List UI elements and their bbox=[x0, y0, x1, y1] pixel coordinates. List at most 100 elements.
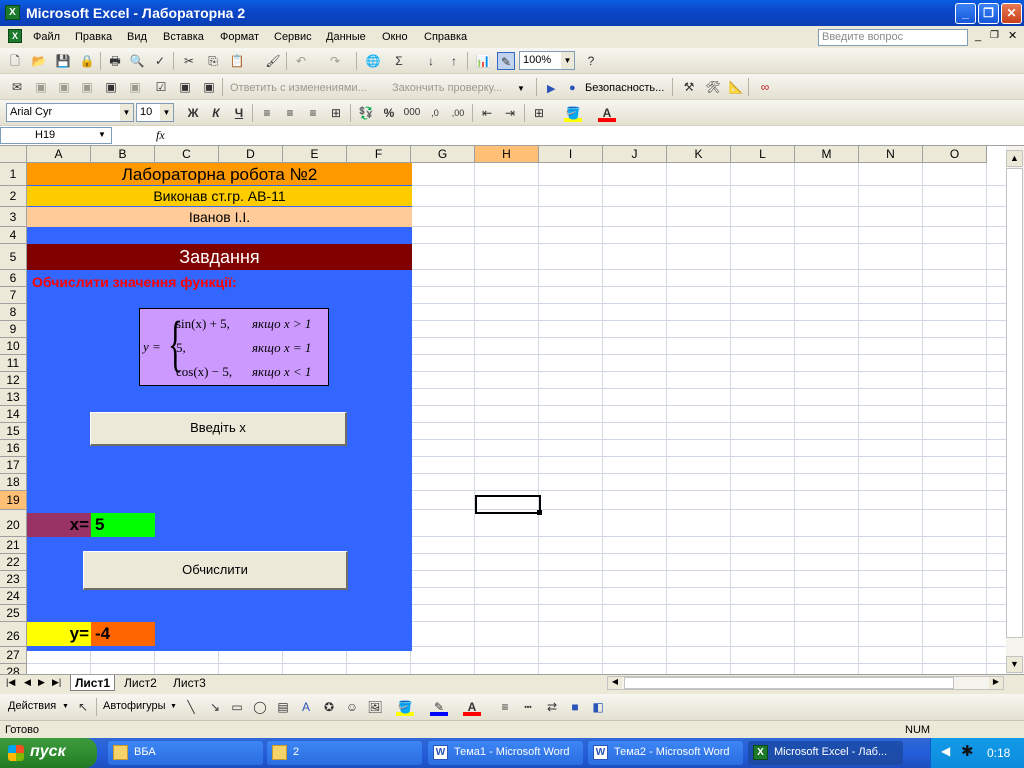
tab-sheet2[interactable]: Лист2 bbox=[120, 675, 161, 691]
task-folder-vba[interactable]: ВБА bbox=[108, 741, 263, 765]
column-header-n[interactable]: N bbox=[859, 146, 923, 163]
font-color-icon[interactable]: A bbox=[598, 104, 616, 122]
menu-window[interactable]: Окно bbox=[382, 31, 408, 43]
row-header-21[interactable]: 21 bbox=[0, 537, 27, 554]
column-header-l[interactable]: L bbox=[731, 146, 795, 163]
chevron-down-icon[interactable]: ▼ bbox=[98, 130, 106, 139]
menu-file[interactable]: Файл bbox=[33, 31, 60, 43]
review-icon[interactable]: ▣ bbox=[55, 78, 73, 96]
row-header-8[interactable]: 8 bbox=[0, 304, 27, 321]
row-header-25[interactable]: 25 bbox=[0, 605, 27, 622]
sort-ascending-icon[interactable]: ↓ bbox=[422, 52, 440, 70]
redo-icon[interactable]: ↷ bbox=[326, 52, 344, 70]
select-all-corner[interactable] bbox=[0, 146, 27, 163]
row-header-23[interactable]: 23 bbox=[0, 571, 27, 588]
row-header-4[interactable]: 4 bbox=[0, 227, 27, 244]
row-header-1[interactable]: 1 bbox=[0, 163, 27, 186]
help-icon[interactable]: ? bbox=[582, 52, 600, 70]
cut-icon[interactable]: ✂ bbox=[180, 52, 198, 70]
arrow-icon[interactable]: ↘ bbox=[206, 698, 224, 716]
hyperlink-icon[interactable]: 🌐 bbox=[364, 52, 382, 70]
review-icon[interactable]: ▣ bbox=[102, 78, 120, 96]
row-header-13[interactable]: 13 bbox=[0, 389, 27, 406]
drawing-icon[interactable]: ✎ bbox=[497, 52, 515, 70]
menu-tools[interactable]: Сервис bbox=[274, 31, 312, 43]
font-select[interactable]: Arial Cyr ▼ bbox=[6, 103, 134, 122]
row-header-28[interactable]: 28 bbox=[0, 664, 27, 674]
line-color-icon[interactable]: ✎ bbox=[430, 698, 448, 716]
new-icon[interactable]: 🗋 bbox=[6, 52, 24, 70]
row-header-14[interactable]: 14 bbox=[0, 406, 27, 423]
menu-help[interactable]: Справка bbox=[424, 31, 467, 43]
track-changes-icon[interactable]: ☑ bbox=[152, 78, 170, 96]
row-header-2[interactable]: 2 bbox=[0, 186, 27, 207]
font-size-select[interactable]: 10 ▼ bbox=[136, 103, 174, 122]
column-header-o[interactable]: O bbox=[923, 146, 987, 163]
task-excel[interactable]: X Microsoft Excel - Лаб... bbox=[748, 741, 903, 765]
permission-icon[interactable]: 🔒 bbox=[78, 52, 96, 70]
diagram-icon[interactable]: ✪ bbox=[320, 698, 338, 716]
column-header-a[interactable]: A bbox=[27, 146, 91, 163]
first-sheet-icon[interactable]: |◀ bbox=[6, 677, 15, 688]
tray-app-icon[interactable]: ✱ bbox=[961, 742, 974, 760]
menu-edit[interactable]: Правка bbox=[75, 31, 112, 43]
ask-question-input[interactable]: Введите вопрос bbox=[818, 29, 968, 46]
row-header-20[interactable]: 20 bbox=[0, 510, 27, 537]
document-icon[interactable]: X bbox=[8, 29, 22, 43]
textbox-icon[interactable]: ▤ bbox=[274, 698, 292, 716]
tools-icon[interactable]: 🛠 bbox=[704, 78, 722, 96]
column-header-d[interactable]: D bbox=[219, 146, 283, 163]
row-header-18[interactable]: 18 bbox=[0, 474, 27, 491]
select-objects-icon[interactable]: ↖ bbox=[74, 698, 92, 716]
horizontal-scrollbar[interactable]: ◀ ▶ bbox=[607, 676, 1004, 690]
column-header-b[interactable]: B bbox=[91, 146, 155, 163]
menu-view[interactable]: Вид bbox=[127, 31, 147, 43]
sort-descending-icon[interactable]: ↑ bbox=[445, 52, 463, 70]
column-header-g[interactable]: G bbox=[411, 146, 475, 163]
row-header-7[interactable]: 7 bbox=[0, 287, 27, 304]
next-sheet-icon[interactable]: ▶ bbox=[38, 677, 45, 688]
decrease-decimal-icon[interactable]: ,00 bbox=[449, 104, 467, 122]
scroll-right-icon[interactable]: ▶ bbox=[989, 677, 1003, 689]
options-icon[interactable]: ∞ bbox=[756, 78, 774, 96]
scroll-down-icon[interactable]: ▼ bbox=[1006, 656, 1023, 673]
compute-button[interactable]: Обчислити bbox=[83, 551, 348, 590]
doc-minimize-button[interactable]: _ bbox=[975, 30, 981, 42]
tray-arrow-icon[interactable]: ◀ bbox=[941, 744, 950, 758]
save-icon[interactable]: 💾 bbox=[54, 52, 72, 70]
paste-icon[interactable]: 📋 bbox=[228, 52, 246, 70]
font-color-icon[interactable]: A bbox=[463, 698, 481, 716]
borders-icon[interactable]: ⊞ bbox=[530, 104, 548, 122]
title-bar[interactable]: X Microsoft Excel - Лабораторна 2 _ ❐ ✕ bbox=[0, 0, 1024, 26]
bold-button[interactable]: Ж bbox=[184, 104, 202, 122]
clipart-icon[interactable]: ☺ bbox=[343, 698, 361, 716]
end-review[interactable]: Закончить проверку... bbox=[392, 82, 502, 94]
piecewise-formula[interactable]: y = { sin(x) + 5, якщо x > 1 5, якщо x =… bbox=[139, 308, 329, 386]
row-header-22[interactable]: 22 bbox=[0, 554, 27, 571]
rectangle-icon[interactable]: ▭ bbox=[228, 698, 246, 716]
review-icon[interactable]: ▣ bbox=[32, 78, 50, 96]
fill-color-icon[interactable]: 🪣 bbox=[564, 104, 582, 122]
row-header-3[interactable]: 3 bbox=[0, 207, 27, 227]
undo-icon[interactable]: ↶ bbox=[292, 52, 310, 70]
column-header-m[interactable]: M bbox=[795, 146, 859, 163]
copy-icon[interactable]: ⎘ bbox=[204, 52, 222, 70]
design-mode-icon[interactable]: 📐 bbox=[727, 78, 745, 96]
task-folder-2[interactable]: 2 bbox=[267, 741, 422, 765]
increase-decimal-icon[interactable]: ,0 bbox=[426, 104, 444, 122]
minimize-button[interactable]: _ bbox=[955, 3, 976, 24]
prev-sheet-icon[interactable]: ◀ bbox=[24, 677, 31, 688]
autoshapes-menu[interactable]: Автофигуры bbox=[103, 700, 166, 712]
row-header-27[interactable]: 27 bbox=[0, 647, 27, 664]
menu-insert[interactable]: Вставка bbox=[163, 31, 204, 43]
security-button[interactable]: Безопасность... bbox=[585, 82, 664, 94]
print-icon[interactable]: 🖶 bbox=[106, 52, 124, 70]
chevron-down-icon[interactable]: ▼ bbox=[517, 84, 525, 93]
format-painter-icon[interactable]: 🖌 bbox=[264, 52, 282, 70]
last-sheet-icon[interactable]: ▶| bbox=[52, 677, 61, 688]
actions-menu[interactable]: Действия bbox=[8, 700, 56, 712]
row-header-11[interactable]: 11 bbox=[0, 355, 27, 372]
align-left-icon[interactable]: ≡ bbox=[258, 104, 276, 122]
menu-data[interactable]: Данные bbox=[326, 31, 366, 43]
merge-center-icon[interactable]: ⊞ bbox=[327, 104, 345, 122]
